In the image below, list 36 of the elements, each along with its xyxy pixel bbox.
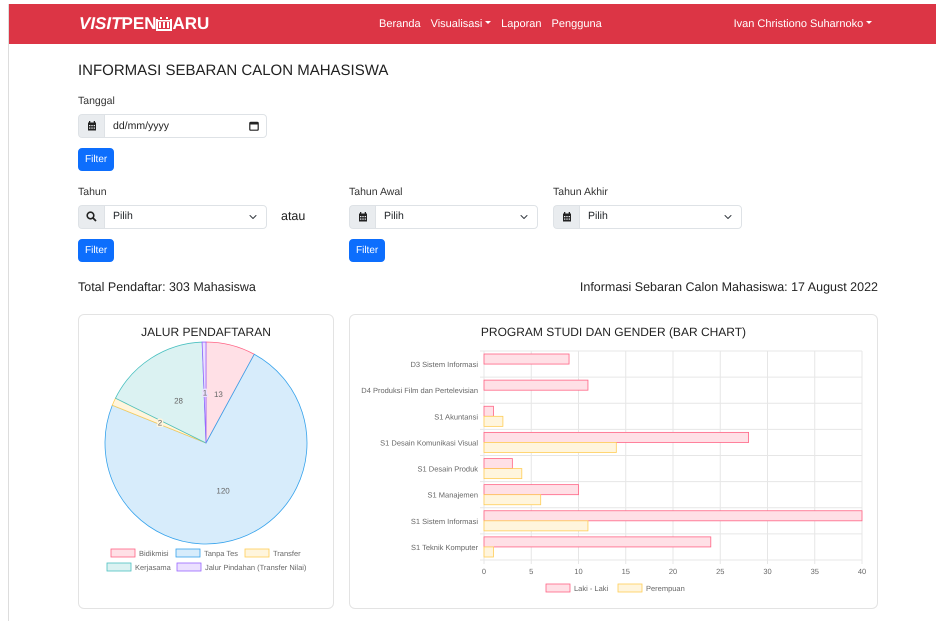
bar (484, 458, 513, 469)
chart-title: JALUR PENDAFTARAN (140, 325, 272, 340)
field-label: Tahun Awal (349, 184, 404, 200)
data-label: 120 (216, 486, 230, 496)
nav-link[interactable]: Pengguna (552, 16, 602, 32)
nav-link[interactable]: Visualisasi (430, 16, 492, 32)
data-label: 13 (214, 390, 223, 399)
calendar-icon (349, 204, 375, 228)
bar (484, 468, 522, 479)
page-title: INFORMASI SEBARAN CALON MAHASISWA (78, 62, 390, 80)
start-year-select[interactable]: Pilih (375, 204, 538, 228)
field-label: Tanggal (78, 94, 116, 109)
brand-text[interactable]: ARU (172, 11, 210, 37)
data-label: 1 (202, 388, 208, 398)
filter-button[interactable]: Filter (349, 238, 386, 262)
search-icon (78, 204, 104, 228)
field-label: Tahun Akhir (553, 184, 609, 200)
data-label: 28 (174, 396, 183, 406)
filter-button[interactable]: Filter (78, 238, 114, 262)
brand-text[interactable]: VISITPEN (79, 11, 156, 37)
year-select[interactable]: Pilih (104, 204, 267, 228)
building-icon (156, 17, 172, 31)
chart-title: PROGRAM STUDI DAN GENDER (BAR CHART) (480, 325, 748, 340)
total-text: Total Pendaftar: 303 Mahasiswa (78, 278, 256, 296)
separator-text: atau (281, 208, 306, 223)
field-label: Tahun (78, 184, 108, 200)
user-menu[interactable]: Ivan Christiono Suharnoko (734, 16, 872, 32)
date-field[interactable]: dd/mm/yyyy (104, 114, 267, 138)
calendar-icon (78, 114, 104, 138)
filter-button[interactable]: Filter (78, 148, 114, 171)
calendar-icon (553, 204, 579, 228)
nav-link[interactable]: Beranda (379, 16, 421, 32)
calendar-icon[interactable] (249, 120, 259, 131)
nav-link[interactable]: Laporan (501, 16, 542, 32)
end-year-select[interactable]: Pilih (579, 204, 742, 228)
info-text: Informasi Sebaran Calon Mahasiswa: 17 August 2022 (580, 278, 878, 296)
